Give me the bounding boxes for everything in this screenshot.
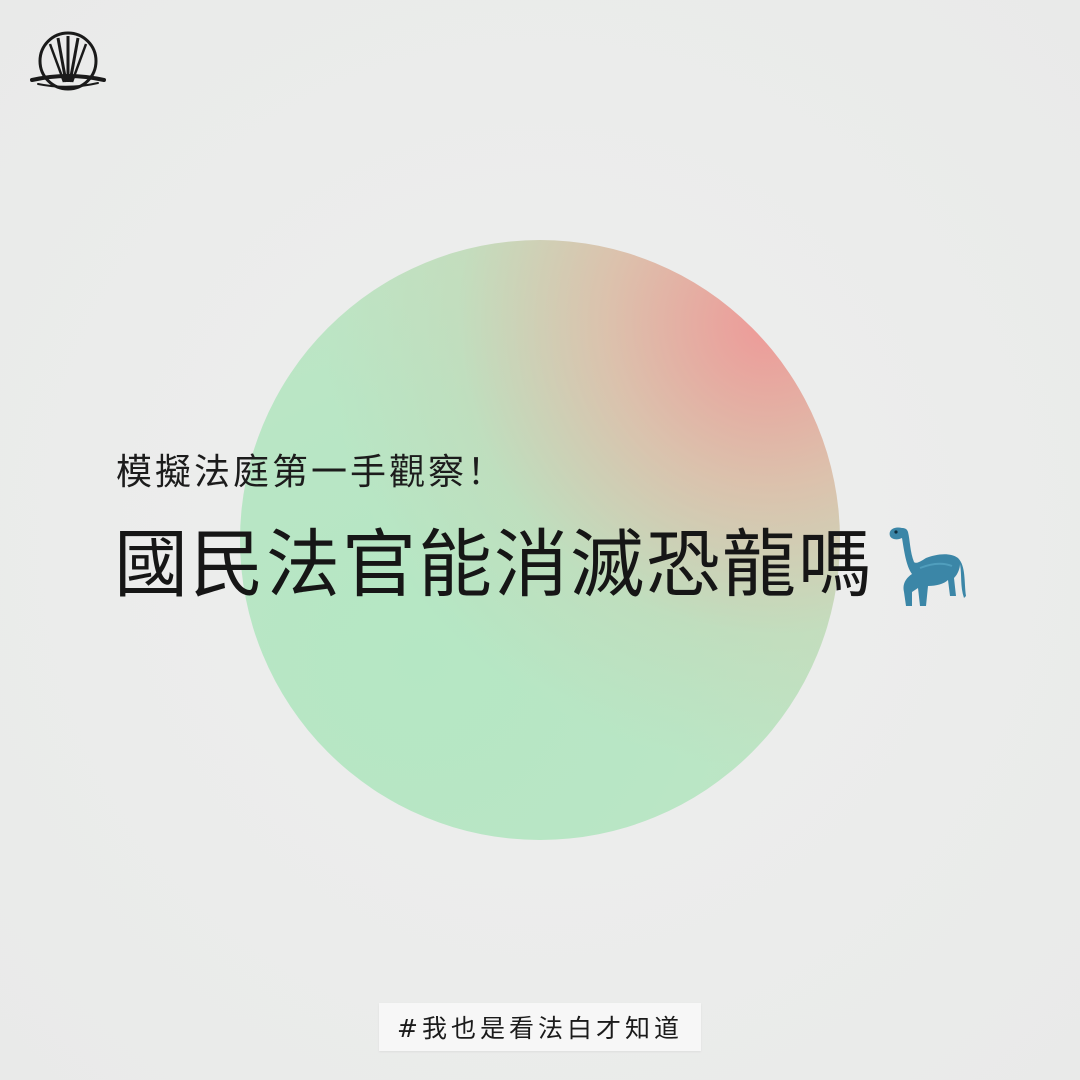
hashtag-label: #我也是看法白才知道 [379,1003,701,1051]
headline: 國民法官能消滅恐龍嗎 [114,522,874,608]
subtitle: 模擬法庭第一手觀察！ [116,452,507,493]
sauropod-dinosaur-icon [889,527,966,606]
headline-row: 國民法官能消滅恐龍嗎 [114,522,966,608]
brand-logo-icon [30,31,106,91]
